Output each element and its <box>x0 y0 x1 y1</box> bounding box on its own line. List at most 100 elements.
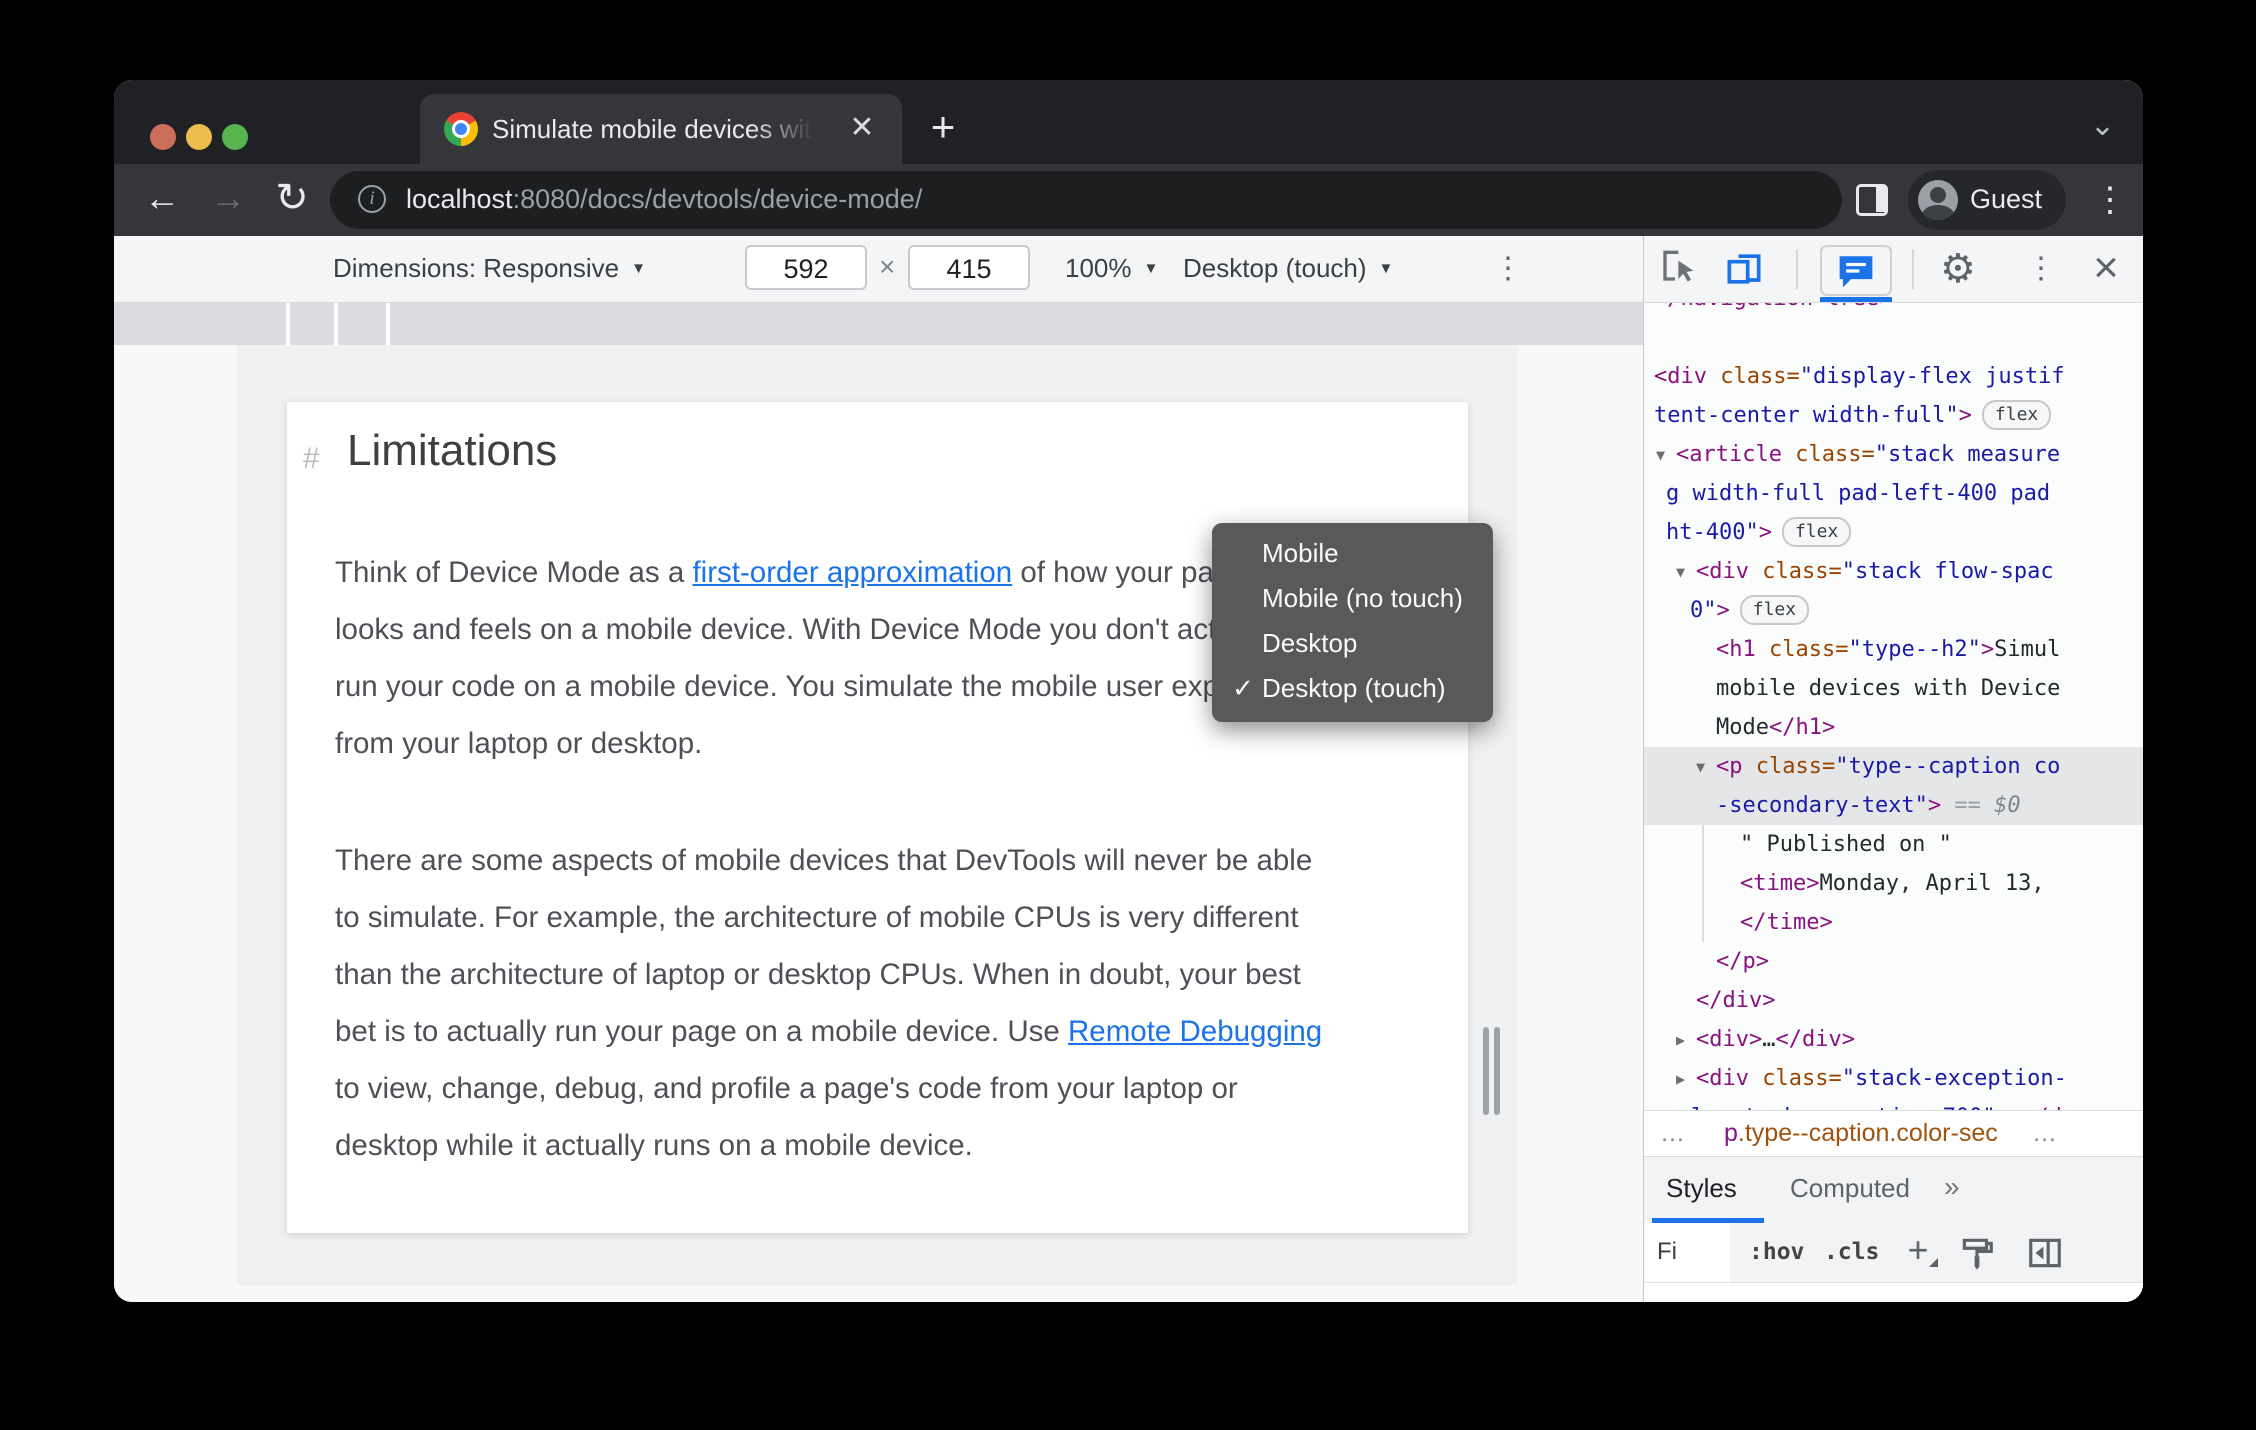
tree-node-row[interactable]: " Published on " <box>1644 825 2143 864</box>
url-host: localhost <box>406 184 513 214</box>
media-query-bar[interactable] <box>114 303 1643 345</box>
tree-node-row[interactable]: ht-400"> flex <box>1644 513 2143 552</box>
devtools-close-icon[interactable]: × <box>2084 236 2128 300</box>
width-input[interactable]: 592 <box>745 245 867 290</box>
toggle-class-button[interactable]: .cls <box>1824 1223 1879 1281</box>
flex-badge[interactable]: flex <box>1739 595 1810 625</box>
tree-node-row[interactable]: lg:stack-exception-700">…</d <box>1644 1098 2143 1110</box>
tree-node-row[interactable]: </div> <box>1644 981 2143 1020</box>
body-text: to simulate. For example, the architectu… <box>335 901 1299 934</box>
expand-arrow-icon[interactable]: ▶ <box>1676 1021 1696 1060</box>
tree-node-row[interactable]: ▼ <article class="stack measure <box>1644 435 2143 474</box>
breadcrumb-overflow-right[interactable]: … <box>2032 1111 2059 1155</box>
responsive-viewport: # Limitations Think of Device Mode as a … <box>237 345 1518 1285</box>
media-query-divider <box>386 303 390 345</box>
expand-arrow-icon[interactable]: ▶ <box>1676 1060 1696 1099</box>
device-toolbar-toggle-icon[interactable] <box>1722 247 1766 291</box>
menu-item-label: Mobile <box>1262 538 1339 568</box>
code-token: class= <box>1795 442 1875 467</box>
expand-arrow-icon[interactable]: ▼ <box>1696 748 1716 787</box>
tree-node-row[interactable]: </navigation-tree> <box>1644 303 2143 318</box>
tree-node-row[interactable]: <time>Monday, April 13, <box>1644 864 2143 903</box>
site-info-icon[interactable]: i <box>358 185 386 213</box>
viewport-resize-handle-right[interactable] <box>1494 1027 1500 1115</box>
dimensions-dropdown[interactable]: Dimensions: Responsive ▼ <box>333 253 646 284</box>
zoom-dropdown[interactable]: 100% ▼ <box>1065 253 1158 284</box>
tree-node-row[interactable]: ▼ <p class="type--caption co <box>1644 747 2143 786</box>
tree-node-row[interactable]: 0"> flex <box>1644 591 2143 630</box>
tree-node-row[interactable]: <div class="display-flex justif <box>1644 357 2143 396</box>
code-token: "stack flow-spac <box>1841 559 2054 584</box>
tree-node-row[interactable]: mobile devices with Device <box>1644 669 2143 708</box>
device-toolbar-kebab-icon[interactable]: ⋮ <box>1490 241 1526 297</box>
breadcrumb-overflow-left[interactable]: … <box>1660 1111 1687 1155</box>
active-panel-tab[interactable] <box>1820 245 1892 296</box>
avatar-icon <box>1918 180 1958 220</box>
tree-node-row[interactable]: g width-full pad-left-400 pad <box>1644 474 2143 513</box>
traffic-light-close[interactable] <box>150 124 176 150</box>
viewport-resize-handle-right[interactable] <box>1483 1027 1489 1115</box>
toggle-hover-state-button[interactable]: :hov <box>1749 1223 1804 1281</box>
tabs-overflow-chevrons[interactable]: » <box>1944 1171 1960 1203</box>
tree-node-row[interactable]: ▶ <div class="stack-exception- <box>1644 1059 2143 1098</box>
tree-node-row[interactable]: Mode</h1> <box>1644 708 2143 747</box>
tree-node-row[interactable]: tent-center width-full"> flex <box>1644 396 2143 435</box>
tree-node-row[interactable]: </time> <box>1644 903 2143 942</box>
browser-menu-kebab-icon[interactable]: ⋮ <box>2090 172 2130 228</box>
breadcrumb-selected-node[interactable]: p.type--caption.color-sec <box>1724 1111 1998 1155</box>
code-token: "type--caption co <box>1835 754 2061 779</box>
body-text: There are some aspects of mobile devices… <box>335 844 1313 877</box>
back-icon[interactable]: ← <box>136 172 188 224</box>
menu-item-mobile[interactable]: Mobile <box>1212 531 1493 576</box>
profile-label: Guest <box>1970 184 2043 214</box>
tree-node-row[interactable]: <h1 class="type--h2">Simul <box>1644 630 2143 669</box>
side-panel-icon[interactable] <box>1856 184 1888 216</box>
expand-arrow-icon[interactable]: ▼ <box>1676 553 1696 592</box>
chevron-down-icon[interactable]: ⌄ <box>2090 108 2115 143</box>
multiply-glyph: × <box>879 251 896 282</box>
menu-item-label: Desktop <box>1262 628 1358 658</box>
new-style-rule-button[interactable]: + <box>1900 1223 1938 1277</box>
traffic-light-zoom[interactable] <box>222 124 248 150</box>
expand-arrow-icon[interactable]: ▼ <box>1656 436 1676 475</box>
browser-tab[interactable]: Simulate mobile devices with D ✕ <box>420 94 902 164</box>
styles-pane-tabs: Styles Computed » <box>1644 1157 2143 1223</box>
address-bar[interactable]: i localhost:8080/docs/devtools/device-mo… <box>330 171 1842 229</box>
menu-item-mobile-no-touch[interactable]: Mobile (no touch) <box>1212 576 1493 621</box>
device-mode-canvas: # Limitations Think of Device Mode as a … <box>114 303 1643 1302</box>
styles-filter-input[interactable]: Fi <box>1645 1223 1730 1282</box>
code-token: ht-400" <box>1666 520 1759 545</box>
inline-link[interactable]: Remote Debugging <box>1068 1015 1322 1048</box>
gear-icon[interactable]: ⚙ <box>1940 238 1976 300</box>
flex-badge[interactable]: flex <box>1781 517 1852 547</box>
paint-roller-icon[interactable] <box>1958 1234 1996 1272</box>
inline-link[interactable]: first-order approximation <box>692 556 1012 589</box>
new-tab-button[interactable]: + <box>920 106 966 152</box>
chevron-down-icon: ▼ <box>1378 260 1394 277</box>
tab-computed[interactable]: Computed <box>1790 1173 1910 1204</box>
code-token: </h1> <box>1768 715 1836 740</box>
tree-node-row[interactable]: ▶ <div>…</div> <box>1644 1020 2143 1059</box>
tree-node-row[interactable]: ▼ <div class="stack flow-spac <box>1644 552 2143 591</box>
profile-button[interactable]: Guest <box>1908 170 2066 230</box>
code-token: class= <box>1762 1066 1842 1091</box>
menu-item-desktop-touch[interactable]: ✓ Desktop (touch) <box>1212 666 1493 711</box>
menu-item-desktop[interactable]: Desktop <box>1212 621 1493 666</box>
device-type-dropdown[interactable]: Desktop (touch) ▼ <box>1183 253 1393 284</box>
inspect-element-icon[interactable] <box>1660 249 1700 289</box>
toggle-sidebar-icon[interactable] <box>2026 1234 2064 1272</box>
tree-node-row[interactable]: </p> <box>1644 942 2143 981</box>
body-text: from your laptop or desktop. <box>335 727 703 760</box>
devtools-kebab-icon[interactable]: ⋮ <box>2026 240 2056 298</box>
tree-node-row[interactable]: -secondary-text"> == $0 <box>1644 786 2143 825</box>
height-input[interactable]: 415 <box>908 245 1030 290</box>
tab-close-icon[interactable]: ✕ <box>842 106 882 150</box>
url-text[interactable]: localhost:8080/docs/devtools/device-mode… <box>406 184 922 215</box>
heading-anchor-hash[interactable]: # <box>303 442 320 476</box>
traffic-light-minimize[interactable] <box>186 124 212 150</box>
media-query-divider <box>286 303 290 345</box>
browser-window: Simulate mobile devices with D ✕ + ⌄ ← →… <box>114 80 2143 1302</box>
reload-icon[interactable]: ↻ <box>266 172 318 224</box>
tab-styles[interactable]: Styles <box>1666 1173 1737 1204</box>
flex-badge[interactable]: flex <box>1981 400 2052 430</box>
